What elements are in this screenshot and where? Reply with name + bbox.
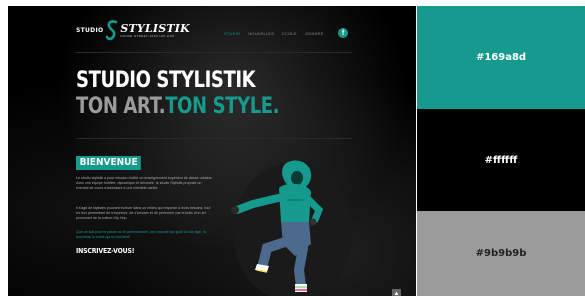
color-swatch-white: #ffffff <box>417 109 585 211</box>
logo-s-icon <box>106 19 118 41</box>
logo-name-text: STYLISTIK <box>120 21 190 35</box>
hero-subtitle: TON ART.TON STYLE. <box>76 94 280 119</box>
facebook-icon[interactable]: f <box>338 28 348 38</box>
logo-tagline: DANSE STREET-JAZZ HIP-HOP <box>120 33 175 38</box>
nav-item-nouvelles[interactable]: NOUVELLES <box>248 31 274 36</box>
welcome-paragraph-2: Il s'agit de stylistes pouvant évoluer d… <box>76 206 211 221</box>
welcome-heading: BIENVENUE <box>76 156 142 170</box>
header-divider <box>76 52 352 53</box>
screenshot-root: STUDIO STYLISTIK DANSE STREET-JAZZ HIP-H… <box>0 0 585 296</box>
hero-title: STUDIO STYLISTIK <box>76 68 256 93</box>
scroll-top-button[interactable]: ▲ <box>392 289 401 296</box>
welcome-paragraph-1: Le studio stylistik a pour mission d'off… <box>76 176 213 191</box>
hero-divider <box>76 138 352 139</box>
website-preview: STUDIO STYLISTIK DANSE STREET-JAZZ HIP-H… <box>8 6 416 296</box>
background-texture <box>8 6 416 296</box>
color-swatch-gray: #9b9b9b <box>417 211 585 296</box>
hero-subtitle-style: TON STYLE. <box>165 94 280 119</box>
nav-item-studio[interactable]: STUDIO <box>224 31 240 36</box>
main-nav: STUDIO NOUVELLES ECOLE JOINDRE <box>224 31 324 36</box>
site-logo[interactable]: STUDIO STYLISTIK DANSE STREET-JAZZ HIP-H… <box>76 18 190 42</box>
signup-link[interactable]: INSCRIVEZ-VOUS! <box>76 247 135 255</box>
logo-wordmark: STYLISTIK DANSE STREET-JAZZ HIP-HOP <box>120 23 190 38</box>
hero-subtitle-art: TON ART. <box>76 94 166 119</box>
logo-studio-text: STUDIO <box>76 26 104 34</box>
nav-item-joindre[interactable]: JOINDRE <box>305 31 324 36</box>
nav-item-ecole[interactable]: ECOLE <box>282 31 297 36</box>
welcome-paragraph-3[interactable]: Que ce soit pour te placer ou te perfect… <box>76 230 214 240</box>
dancer-image <box>223 152 353 296</box>
color-swatch-teal: #169a8d <box>417 6 585 109</box>
